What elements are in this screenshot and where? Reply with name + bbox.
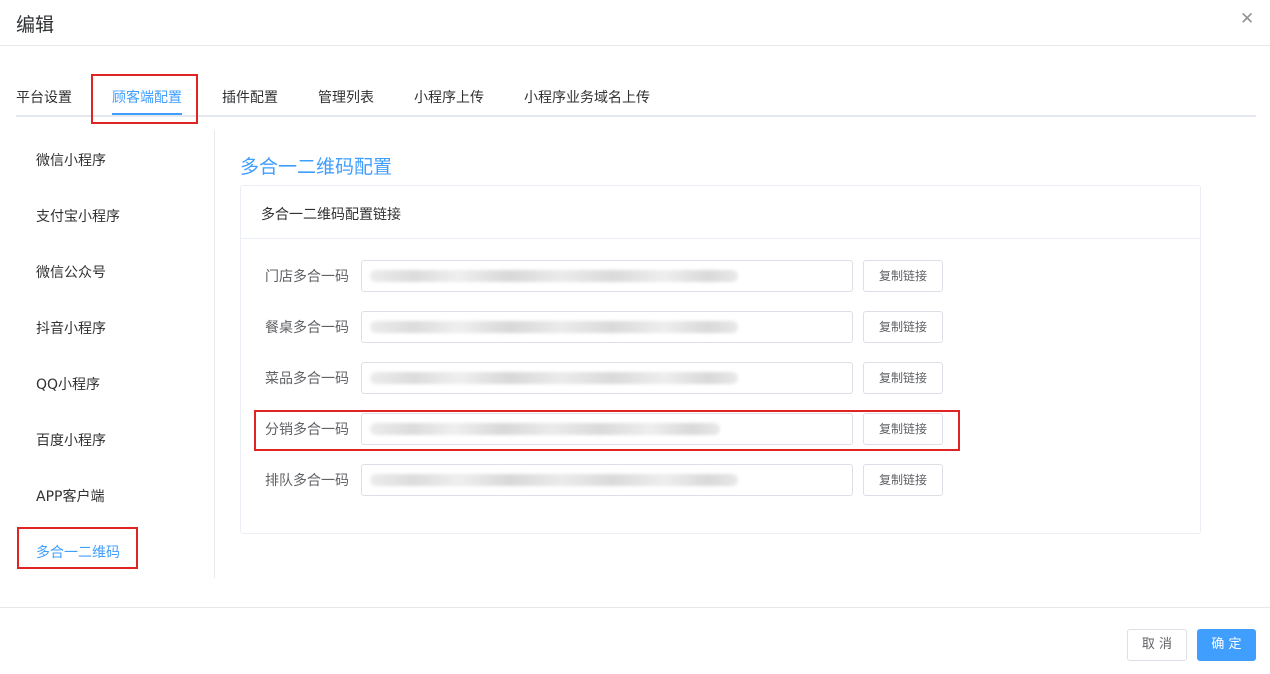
- queue-code-label: 排队多合一码: [265, 473, 349, 489]
- active-tab-indicator: [112, 113, 182, 115]
- copy-link-button[interactable]: 复制链接: [863, 413, 943, 445]
- copy-link-button[interactable]: 复制链接: [863, 362, 943, 394]
- card-header: 多合一二维码配置链接: [241, 186, 1200, 239]
- close-icon[interactable]: ✕: [1240, 9, 1254, 29]
- distribution-code-input[interactable]: [361, 413, 853, 445]
- tab-bar: 平台设置 顾客端配置 插件配置 管理列表 小程序上传 小程序业务域名上传: [16, 75, 1256, 117]
- sidebar-item-wechat-official[interactable]: 微信公众号: [36, 262, 106, 282]
- sidebar-item-qq-miniprogram[interactable]: QQ小程序: [36, 374, 100, 394]
- section-title: 多合一二维码配置: [240, 156, 393, 178]
- sidebar: 微信小程序 支付宝小程序 微信公众号 抖音小程序 QQ小程序 百度小程序 APP…: [16, 130, 215, 578]
- sidebar-item-douyin-miniprogram[interactable]: 抖音小程序: [36, 318, 106, 338]
- card-header-text: 多合一二维码配置链接: [261, 207, 401, 223]
- tab-miniprogram-upload[interactable]: 小程序上传: [414, 87, 484, 107]
- copy-link-button[interactable]: 复制链接: [863, 260, 943, 292]
- sidebar-item-multi-qrcode[interactable]: 多合一二维码: [36, 542, 120, 562]
- queue-code-input[interactable]: [361, 464, 853, 496]
- footer-divider: [0, 607, 1270, 608]
- cancel-button[interactable]: 取 消: [1127, 629, 1187, 661]
- confirm-button[interactable]: 确 定: [1197, 629, 1256, 661]
- tab-management-list[interactable]: 管理列表: [318, 87, 374, 107]
- table-code-label: 餐桌多合一码: [265, 320, 349, 336]
- sidebar-item-app-client[interactable]: APP客户端: [36, 486, 104, 506]
- dialog-header: 编辑 ✕: [0, 0, 1270, 46]
- store-code-input[interactable]: [361, 260, 853, 292]
- tab-plugin-config[interactable]: 插件配置: [222, 87, 278, 107]
- blurred-link: [370, 270, 738, 282]
- sidebar-item-wechat-miniprogram[interactable]: 微信小程序: [36, 150, 106, 170]
- blurred-link: [370, 423, 720, 435]
- table-code-input[interactable]: [361, 311, 853, 343]
- blurred-link: [370, 372, 738, 384]
- dish-code-input[interactable]: [361, 362, 853, 394]
- tab-platform-settings[interactable]: 平台设置: [16, 87, 72, 107]
- dish-code-label: 菜品多合一码: [265, 371, 349, 387]
- tab-business-domain-upload[interactable]: 小程序业务域名上传: [524, 87, 650, 107]
- sidebar-item-alipay-miniprogram[interactable]: 支付宝小程序: [36, 206, 120, 226]
- copy-link-button[interactable]: 复制链接: [863, 311, 943, 343]
- store-code-label: 门店多合一码: [265, 269, 349, 285]
- sidebar-item-baidu-miniprogram[interactable]: 百度小程序: [36, 430, 106, 450]
- blurred-link: [370, 321, 738, 333]
- copy-link-button[interactable]: 复制链接: [863, 464, 943, 496]
- dialog-title: 编辑: [16, 14, 55, 36]
- tab-customer-config[interactable]: 顾客端配置: [112, 87, 182, 107]
- distribution-code-label: 分销多合一码: [265, 422, 349, 438]
- blurred-link: [370, 474, 738, 486]
